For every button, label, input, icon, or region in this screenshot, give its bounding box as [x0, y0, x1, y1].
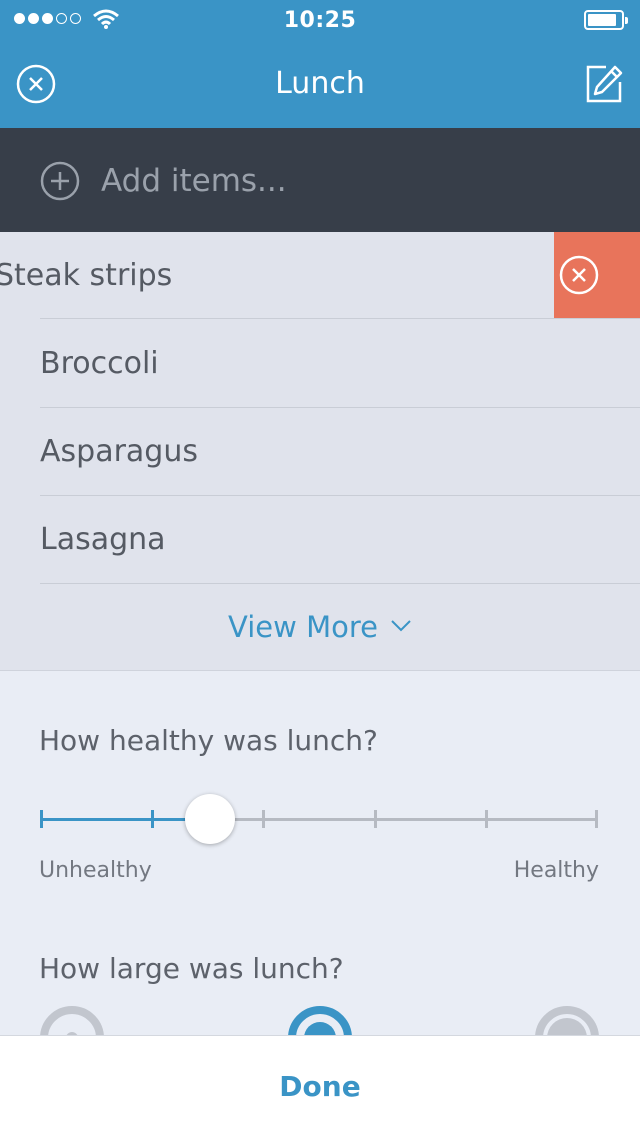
add-items-bar[interactable]: Add items...: [0, 128, 640, 232]
slider-tick: [151, 810, 154, 828]
view-more-button[interactable]: View More: [0, 584, 640, 670]
delete-item-button[interactable]: [554, 232, 640, 318]
list-item[interactable]: Steak strips: [0, 232, 640, 320]
slider-tick: [40, 810, 43, 828]
healthy-slider[interactable]: [40, 794, 600, 844]
page-title: Lunch: [275, 66, 365, 101]
delete-circle-icon: [559, 255, 599, 295]
food-item-list: Steak strips Broccoli Asparagus Lasagna …: [0, 232, 640, 671]
status-time: 10:25: [283, 8, 357, 33]
edit-button[interactable]: [584, 64, 624, 104]
list-item[interactable]: Lasagna: [40, 496, 640, 584]
slider-tick: [595, 810, 598, 828]
slider-min-label: Unhealthy: [39, 858, 152, 883]
chevron-down-icon: [391, 620, 411, 632]
add-items-input[interactable]: Add items...: [101, 161, 287, 201]
slider-tick: [374, 810, 377, 828]
list-item[interactable]: Broccoli: [40, 320, 640, 408]
done-button[interactable]: Done: [0, 1036, 640, 1137]
battery-icon: [584, 10, 628, 30]
footer-bar: Done: [0, 1035, 640, 1137]
app-header: 10:25 Lunch: [0, 0, 640, 128]
plus-circle-icon: [40, 161, 80, 201]
healthy-question: How healthy was lunch?: [39, 724, 378, 757]
edit-pencil-icon: [586, 65, 623, 103]
list-item[interactable]: Asparagus: [40, 408, 640, 496]
slider-max-label: Healthy: [513, 858, 599, 883]
divider: [40, 318, 640, 319]
slider-tick: [262, 810, 265, 828]
slider-thumb[interactable]: [185, 794, 235, 844]
slider-tick: [485, 810, 488, 828]
view-more-label: View More: [228, 610, 378, 644]
status-bar: 10:25: [0, 0, 640, 40]
size-question: How large was lunch?: [39, 952, 344, 985]
